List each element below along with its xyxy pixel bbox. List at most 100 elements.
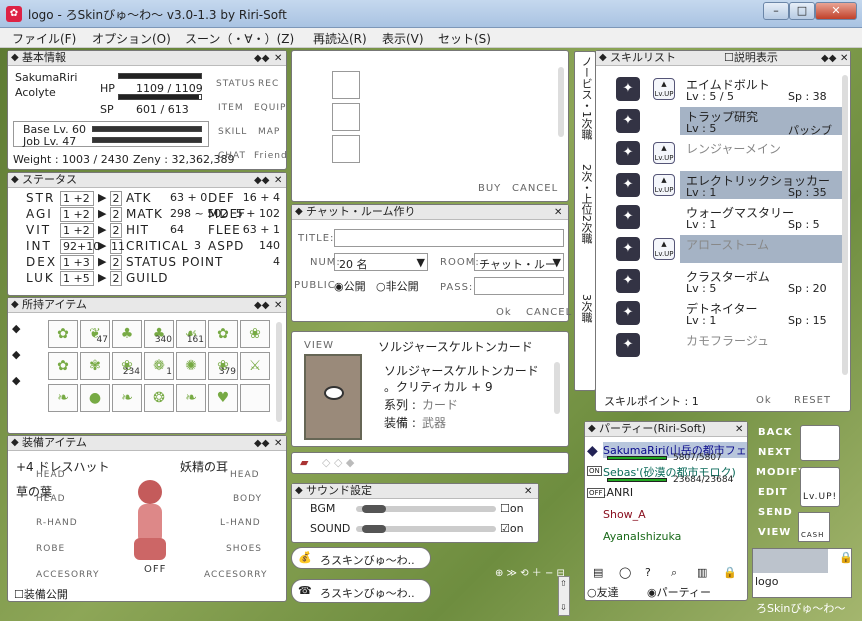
equipment-header[interactable]: 装備アイテム◆◆✕ — [8, 436, 286, 451]
item-slot[interactable]: ❀ 379 — [208, 352, 238, 380]
skill-row[interactable]: ✦ ウォーグマスタリー Lv : 1 Sp : 5 — [616, 203, 838, 231]
lv-up-button[interactable]: ▲ Lv.UP — [653, 238, 675, 260]
maximize-button[interactable]: □ — [789, 2, 815, 20]
tab-equip-icon[interactable]: ◆ — [12, 348, 20, 361]
skill-scrollbar[interactable] — [842, 75, 848, 375]
close-icon[interactable]: ✕ — [274, 437, 282, 450]
tab-etc-icon[interactable]: ◆ — [12, 374, 20, 387]
skill-ok-button[interactable]: Ok — [756, 395, 772, 406]
lv-up-button[interactable]: ▲ Lv.UP — [653, 78, 675, 100]
slot-head-left[interactable]: HEAD — [36, 470, 66, 480]
skill-row[interactable]: ✦ ▲ Lv.UP エレクトリックショッカー Lv : 1 Sp : 35 — [616, 171, 844, 199]
stat-up-arrow[interactable]: ▶ — [98, 255, 106, 268]
view-label[interactable]: VIEW — [304, 340, 334, 351]
equip-public-toggle[interactable]: 装備公開 — [14, 586, 68, 602]
item-slot[interactable]: ❁ 1 — [144, 352, 174, 380]
stat-up-arrow[interactable]: ▶ — [98, 191, 106, 204]
party-member[interactable]: Show_A — [585, 508, 745, 528]
friend-radio[interactable]: ○友達 — [587, 584, 619, 600]
emblem-box[interactable] — [800, 425, 840, 461]
inventory-scrollbar[interactable] — [276, 322, 282, 422]
card-scrollbar[interactable] — [554, 362, 560, 414]
party-member[interactable]: AyanaIshizuka — [585, 530, 745, 550]
menu-option[interactable]: オプション(O) — [92, 30, 171, 47]
skill-shortcut[interactable]: SKILL — [218, 127, 247, 137]
item-slot[interactable]: ✺ — [176, 352, 206, 380]
rec-shortcut[interactable]: REC — [258, 79, 279, 89]
skill-reset-button[interactable]: RESET — [794, 395, 831, 406]
slot-head-right[interactable]: HEAD — [230, 470, 260, 480]
modify-button[interactable]: MODIFY — [756, 467, 807, 478]
card-icon[interactable]: ▰ — [300, 456, 308, 469]
menu-set[interactable]: セット(S) — [438, 30, 491, 47]
close-icon[interactable]: ✕ — [840, 52, 848, 65]
menu-view[interactable]: 表示(V) — [382, 30, 424, 47]
buy-button[interactable]: BUY — [478, 183, 501, 194]
vertical-scroll-control[interactable]: ⇧ ⇩ — [558, 576, 570, 616]
lock-icon[interactable]: 🔒 — [839, 551, 853, 564]
help-icon[interactable]: ? — [645, 566, 651, 579]
stat-up-arrow[interactable]: ▶ — [98, 271, 106, 284]
item-slot[interactable]: ❦ 47 — [80, 320, 110, 348]
lock-icon[interactable]: 🔒 — [723, 566, 737, 579]
slot-left-hand[interactable]: L-HAND — [220, 518, 261, 528]
item-slot[interactable]: ❧ — [112, 384, 142, 412]
shop-cancel-button[interactable]: CANCEL — [512, 183, 558, 194]
item-slot[interactable]: ♥ — [208, 384, 238, 412]
bgm-on-toggle[interactable]: on — [500, 502, 524, 515]
item-slot[interactable] — [240, 384, 270, 412]
map-shortcut[interactable]: MAP — [258, 127, 280, 137]
item-slot[interactable]: ♣ — [112, 320, 142, 348]
close-icon[interactable]: ✕ — [524, 485, 532, 498]
edit-button[interactable]: EDIT — [758, 487, 788, 498]
skill-row[interactable]: ✦ デトネイター Lv : 1 Sp : 15 — [616, 299, 838, 327]
chat-icon[interactable]: ◯ — [619, 566, 631, 579]
item-slot[interactable]: ❀ — [240, 320, 270, 348]
desc-toggle[interactable]: 説明表示 — [724, 51, 778, 65]
skill-row[interactable]: ✦ ▲ Lv.UP レンジャーメイン — [616, 139, 838, 167]
close-icon[interactable]: ✕ — [274, 299, 282, 312]
bgm-slider[interactable] — [356, 505, 496, 513]
num-select[interactable]: 20 名 ▼ — [334, 253, 428, 271]
minimap-controls[interactable]: ⊕ ≫ ⟲ ＋ − ⊟ — [495, 564, 565, 579]
lvup-box[interactable]: Lv.UP! — [800, 467, 840, 507]
skill-list-header[interactable]: スキルリスト説明表示◆◆✕ — [596, 51, 850, 66]
status-shortcut[interactable]: STATUS — [216, 79, 256, 89]
chatroom-ok-button[interactable]: Ok — [496, 307, 512, 318]
menu-reload[interactable]: 再読込(R) — [313, 30, 367, 47]
item-slot[interactable]: ● — [80, 384, 110, 412]
chatroom-cancel-button[interactable]: CANCEL — [526, 307, 572, 318]
item-slot[interactable]: ✿ — [48, 352, 78, 380]
close-icon[interactable]: ✕ — [735, 423, 743, 436]
back-button[interactable]: BACK — [758, 427, 792, 438]
minimize-button[interactable]: – — [763, 2, 789, 20]
chat-shortcut[interactable]: CHAT — [218, 151, 246, 161]
shop-scrollbar[interactable] — [558, 67, 564, 137]
sound-on-toggle[interactable]: on — [500, 522, 524, 535]
item-slot[interactable]: ❀ 234 — [112, 352, 142, 380]
title-input[interactable] — [334, 229, 564, 247]
public-radio[interactable]: ◉公開 — [334, 278, 366, 294]
view-button[interactable]: VIEW — [758, 527, 791, 538]
inventory-header[interactable]: 所持アイテム◆◆✕ — [8, 298, 286, 313]
search-icon[interactable]: ⌕ — [671, 566, 677, 580]
status-header[interactable]: ステータス◆◆✕ — [8, 173, 286, 188]
item-slot[interactable]: ☙ 161 — [176, 320, 206, 348]
tab-item-icon[interactable]: ◆ — [12, 322, 20, 335]
equip-fairy-ear[interactable]: 妖精の耳 — [180, 458, 228, 475]
slot-head-low[interactable]: HEAD — [36, 494, 66, 504]
trash-icon[interactable]: ▥ — [697, 566, 707, 579]
item-slot[interactable]: ❂ — [144, 384, 174, 412]
shop-slot[interactable] — [332, 71, 360, 99]
chatroom-header[interactable]: チャット・ルーム作り✕ — [292, 205, 568, 220]
tab-2nd[interactable]: 2次・上位2次職 — [578, 164, 594, 244]
shop-slot[interactable] — [332, 103, 360, 131]
skin-tab-1[interactable]: 💰 ろスキンびゅ～わ.. — [291, 547, 431, 569]
slot-right-hand[interactable]: R-HAND — [36, 518, 78, 528]
skill-row[interactable]: ✦ ▲ Lv.UP アローストーム — [616, 235, 844, 263]
item-slot[interactable]: ❧ — [176, 384, 206, 412]
menu-zoom[interactable]: スーン（・∀・）(Z) — [185, 30, 294, 47]
item-slot[interactable]: ✿ — [208, 320, 238, 348]
next-button[interactable]: NEXT — [758, 447, 792, 458]
note-icon[interactable]: ▤ — [593, 566, 603, 579]
